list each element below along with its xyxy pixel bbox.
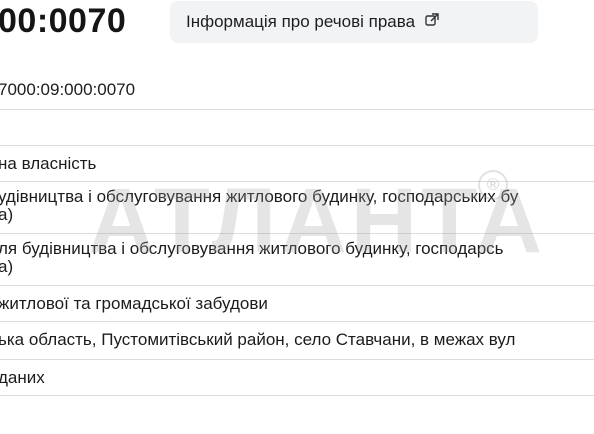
usage-value-line2: а): [0, 257, 14, 276]
row-ownership-form: на власність: [0, 146, 594, 182]
ownership-form-value: на власність: [0, 154, 97, 173]
row-category: житлової та громадської забудови: [0, 286, 594, 322]
property-rights-info-button[interactable]: Інформація про речові права: [170, 1, 538, 43]
cadastral-number-title: 00:0070: [0, 2, 127, 40]
purpose-value-line2: а): [0, 205, 14, 224]
row-cadastral-number: 7000:09:000:0070: [0, 72, 594, 110]
data-source-value: даних: [0, 368, 45, 387]
property-rights-info-label: Інформація про речові права: [186, 12, 416, 31]
land-info-page: 00:0070 Інформація про речові права 7000…: [0, 0, 594, 434]
usage-value: ля будівництва і обслуговування житловог…: [0, 239, 504, 258]
category-value: житлової та громадської забудови: [0, 294, 268, 313]
cadastral-number-value: 7000:09:000:0070: [0, 80, 136, 99]
address-value: ька область, Пустомитівський район, село…: [0, 330, 516, 349]
row-data-source: даних: [0, 360, 594, 396]
header: 00:0070 Інформація про речові права: [0, 0, 594, 46]
row-empty: [0, 110, 594, 146]
external-link-icon: [425, 13, 439, 27]
row-purpose: удівництва і обслуговування житлового бу…: [0, 182, 594, 234]
row-usage: ля будівництва і обслуговування житловог…: [0, 234, 594, 286]
purpose-value: удівництва і обслуговування житлового бу…: [0, 187, 519, 206]
land-info-rows: 7000:09:000:0070 на власність удівництва…: [0, 72, 594, 396]
row-address: ька область, Пустомитівський район, село…: [0, 322, 594, 360]
